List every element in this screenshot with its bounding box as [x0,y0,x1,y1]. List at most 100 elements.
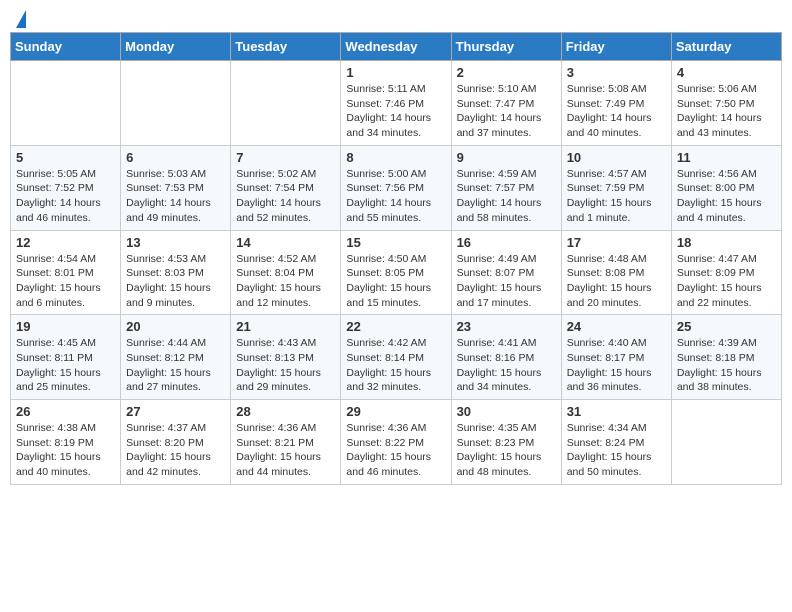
calendar-cell: 25 Sunrise: 4:39 AMSunset: 8:18 PMDayligh… [671,315,781,400]
calendar-cell [121,61,231,146]
day-number: 27 [126,404,225,419]
day-info: Sunrise: 5:11 AMSunset: 7:46 PMDaylight:… [346,82,445,141]
calendar-header-row: SundayMondayTuesdayWednesdayThursdayFrid… [11,33,782,61]
day-info: Sunrise: 5:02 AMSunset: 7:54 PMDaylight:… [236,167,335,226]
calendar-cell: 27 Sunrise: 4:37 AMSunset: 8:20 PMDayligh… [121,400,231,485]
calendar-header-tuesday: Tuesday [231,33,341,61]
calendar-cell: 20 Sunrise: 4:44 AMSunset: 8:12 PMDayligh… [121,315,231,400]
day-number: 4 [677,65,776,80]
calendar-cell [671,400,781,485]
day-number: 26 [16,404,115,419]
day-info: Sunrise: 4:47 AMSunset: 8:09 PMDaylight:… [677,252,776,311]
day-number: 13 [126,235,225,250]
day-info: Sunrise: 4:57 AMSunset: 7:59 PMDaylight:… [567,167,666,226]
day-number: 7 [236,150,335,165]
calendar-cell: 16 Sunrise: 4:49 AMSunset: 8:07 PMDayligh… [451,230,561,315]
day-info: Sunrise: 4:44 AMSunset: 8:12 PMDaylight:… [126,336,225,395]
calendar-week-row: 1 Sunrise: 5:11 AMSunset: 7:46 PMDaylight… [11,61,782,146]
day-info: Sunrise: 4:42 AMSunset: 8:14 PMDaylight:… [346,336,445,395]
day-number: 28 [236,404,335,419]
calendar-cell: 4 Sunrise: 5:06 AMSunset: 7:50 PMDaylight… [671,61,781,146]
calendar-week-row: 5 Sunrise: 5:05 AMSunset: 7:52 PMDaylight… [11,145,782,230]
calendar-cell: 23 Sunrise: 4:41 AMSunset: 8:16 PMDayligh… [451,315,561,400]
calendar-week-row: 19Sunrise: 4:45 AMSunset: 8:11 PMDayligh… [11,315,782,400]
day-info: Sunrise: 5:06 AMSunset: 7:50 PMDaylight:… [677,82,776,141]
calendar-cell: 6 Sunrise: 5:03 AMSunset: 7:53 PMDaylight… [121,145,231,230]
day-info: Sunrise: 4:43 AMSunset: 8:13 PMDaylight:… [236,336,335,395]
calendar-cell: 3 Sunrise: 5:08 AMSunset: 7:49 PMDaylight… [561,61,671,146]
calendar-cell: 12 Sunrise: 4:54 AMSunset: 8:01 PMDayligh… [11,230,121,315]
day-number: 16 [457,235,556,250]
day-number: 1 [346,65,445,80]
day-info: Sunrise: 4:40 AMSunset: 8:17 PMDaylight:… [567,336,666,395]
calendar-cell: 22 Sunrise: 4:42 AMSunset: 8:14 PMDayligh… [341,315,451,400]
day-info: Sunrise: 4:36 AMSunset: 8:21 PMDaylight:… [236,421,335,480]
calendar-header-friday: Friday [561,33,671,61]
day-info: Sunrise: 4:52 AMSunset: 8:04 PMDaylight:… [236,252,335,311]
day-info: Sunrise: 4:41 AMSunset: 8:16 PMDaylight:… [457,336,556,395]
day-number: 24 [567,319,666,334]
day-number: 11 [677,150,776,165]
day-number: 14 [236,235,335,250]
day-info: Sunrise: 4:54 AMSunset: 8:01 PMDaylight:… [16,252,115,311]
calendar-table: SundayMondayTuesdayWednesdayThursdayFrid… [10,32,782,485]
day-info: Sunrise: 4:49 AMSunset: 8:07 PMDaylight:… [457,252,556,311]
logo [14,10,26,24]
day-info: Sunrise: 4:59 AMSunset: 7:57 PMDaylight:… [457,167,556,226]
calendar-header-sunday: Sunday [11,33,121,61]
day-number: 23 [457,319,556,334]
calendar-cell: 5 Sunrise: 5:05 AMSunset: 7:52 PMDaylight… [11,145,121,230]
day-number: 8 [346,150,445,165]
calendar-week-row: 12 Sunrise: 4:54 AMSunset: 8:01 PMDayligh… [11,230,782,315]
logo-triangle-icon [16,10,26,28]
calendar-cell: 19Sunrise: 4:45 AMSunset: 8:11 PMDayligh… [11,315,121,400]
calendar-cell: 7 Sunrise: 5:02 AMSunset: 7:54 PMDaylight… [231,145,341,230]
day-info: Sunrise: 4:37 AMSunset: 8:20 PMDaylight:… [126,421,225,480]
page-header [10,10,782,24]
day-info: Sunrise: 4:34 AMSunset: 8:24 PMDaylight:… [567,421,666,480]
day-number: 22 [346,319,445,334]
calendar-header-wednesday: Wednesday [341,33,451,61]
calendar-cell: 17Sunrise: 4:48 AMSunset: 8:08 PMDayligh… [561,230,671,315]
calendar-cell: 24 Sunrise: 4:40 AMSunset: 8:17 PMDayligh… [561,315,671,400]
calendar-cell: 14 Sunrise: 4:52 AMSunset: 8:04 PMDayligh… [231,230,341,315]
calendar-header-thursday: Thursday [451,33,561,61]
day-info: Sunrise: 5:05 AMSunset: 7:52 PMDaylight:… [16,167,115,226]
day-info: Sunrise: 4:36 AMSunset: 8:22 PMDaylight:… [346,421,445,480]
calendar-cell: 18 Sunrise: 4:47 AMSunset: 8:09 PMDayligh… [671,230,781,315]
calendar-cell: 8Sunrise: 5:00 AMSunset: 7:56 PMDaylight… [341,145,451,230]
day-number: 18 [677,235,776,250]
calendar-cell: 13 Sunrise: 4:53 AMSunset: 8:03 PMDayligh… [121,230,231,315]
calendar-cell: 2 Sunrise: 5:10 AMSunset: 7:47 PMDaylight… [451,61,561,146]
calendar-cell: 30Sunrise: 4:35 AMSunset: 8:23 PMDayligh… [451,400,561,485]
day-number: 25 [677,319,776,334]
day-number: 15 [346,235,445,250]
calendar-header-saturday: Saturday [671,33,781,61]
day-number: 5 [16,150,115,165]
day-number: 9 [457,150,556,165]
day-info: Sunrise: 4:56 AMSunset: 8:00 PMDaylight:… [677,167,776,226]
day-number: 3 [567,65,666,80]
day-info: Sunrise: 5:08 AMSunset: 7:49 PMDaylight:… [567,82,666,141]
calendar-cell [231,61,341,146]
day-number: 12 [16,235,115,250]
day-info: Sunrise: 5:03 AMSunset: 7:53 PMDaylight:… [126,167,225,226]
calendar-cell: 1 Sunrise: 5:11 AMSunset: 7:46 PMDaylight… [341,61,451,146]
calendar-cell: 31 Sunrise: 4:34 AMSunset: 8:24 PMDayligh… [561,400,671,485]
calendar-cell [11,61,121,146]
day-number: 31 [567,404,666,419]
day-number: 20 [126,319,225,334]
day-number: 2 [457,65,556,80]
calendar-cell: 26 Sunrise: 4:38 AMSunset: 8:19 PMDayligh… [11,400,121,485]
day-info: Sunrise: 4:53 AMSunset: 8:03 PMDaylight:… [126,252,225,311]
day-number: 17 [567,235,666,250]
calendar-header-monday: Monday [121,33,231,61]
day-info: Sunrise: 5:10 AMSunset: 7:47 PMDaylight:… [457,82,556,141]
day-number: 6 [126,150,225,165]
calendar-week-row: 26 Sunrise: 4:38 AMSunset: 8:19 PMDayligh… [11,400,782,485]
calendar-cell: 15Sunrise: 4:50 AMSunset: 8:05 PMDayligh… [341,230,451,315]
day-info: Sunrise: 4:39 AMSunset: 8:18 PMDaylight:… [677,336,776,395]
day-info: Sunrise: 4:38 AMSunset: 8:19 PMDaylight:… [16,421,115,480]
calendar-cell: 10 Sunrise: 4:57 AMSunset: 7:59 PMDayligh… [561,145,671,230]
day-number: 10 [567,150,666,165]
